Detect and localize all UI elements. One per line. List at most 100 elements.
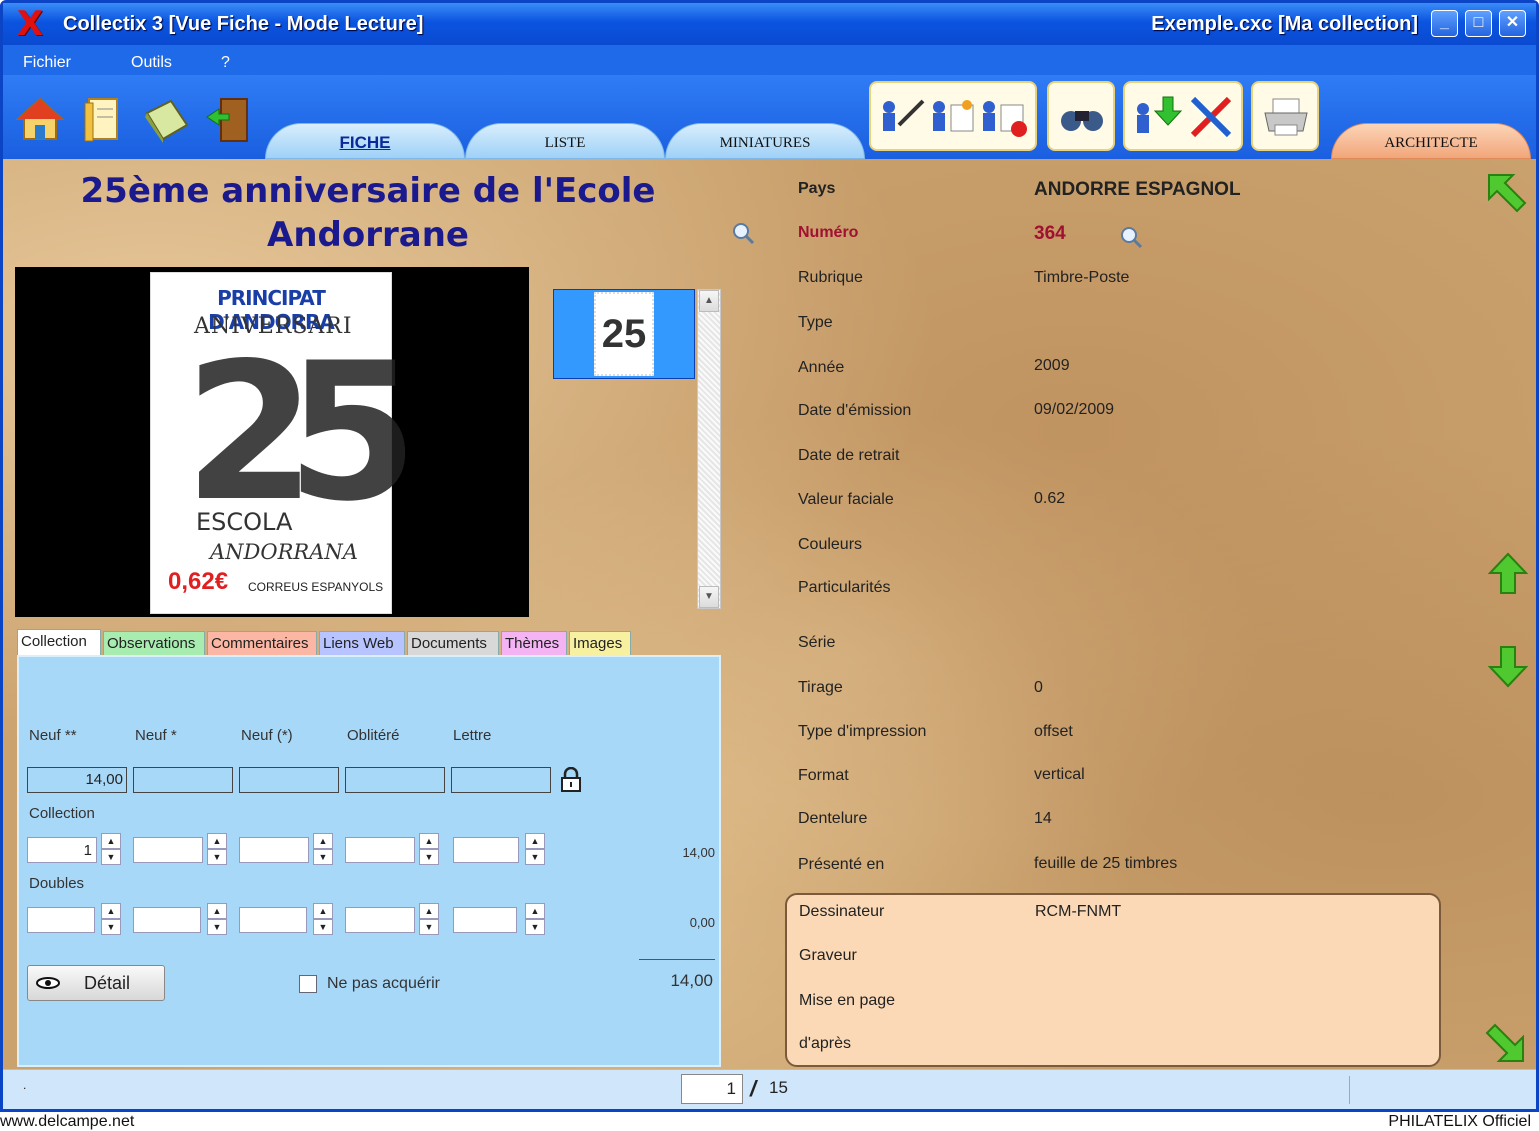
spinner-collection-oblitere[interactable]: ▲ ▼ <box>419 833 439 867</box>
first-record-arrow-icon[interactable] <box>1483 169 1529 215</box>
tab-commentaires[interactable]: Commentaires <box>207 631 317 657</box>
field-value-format: vertical <box>1034 766 1085 783</box>
field-label-pays: Pays <box>798 180 836 197</box>
qty-collection-oblitere[interactable] <box>345 837 415 863</box>
scroll-up-icon[interactable]: ▲ <box>699 290 719 312</box>
spinner-doubles-neuf-1[interactable]: ▲ ▼ <box>207 903 227 937</box>
spinner-collection-neuf-2[interactable]: ▲ ▼ <box>101 833 121 867</box>
thumbnail-item[interactable]: 25 <box>553 289 695 379</box>
tab-fiche[interactable]: FICHE <box>265 123 465 159</box>
page-separator: / <box>750 1076 757 1101</box>
app-logo-icon: X <box>17 4 44 44</box>
no-buy-checkbox[interactable] <box>299 975 317 993</box>
catalog-icon[interactable] <box>79 95 129 145</box>
edit-record-icon[interactable] <box>879 95 927 139</box>
spinner-doubles-lettre[interactable]: ▲ ▼ <box>525 903 545 937</box>
field-value-valeur-faciale: 0.62 <box>1034 490 1066 507</box>
last-record-arrow-icon[interactable] <box>1483 1021 1529 1067</box>
thumbnail-scrollbar[interactable]: ▲ ▼ <box>697 289 721 609</box>
next-record-arrow-icon[interactable] <box>1485 643 1531 689</box>
tab-liste[interactable]: LISTE <box>465 123 665 159</box>
field-value-rubrique: Timbre-Poste <box>1034 269 1130 286</box>
qty-collection-neuf-0[interactable] <box>239 837 309 863</box>
scroll-down-icon[interactable]: ▼ <box>699 586 719 608</box>
qty-doubles-neuf-0[interactable] <box>239 907 307 933</box>
watermark-right: PHILATELIX Officiel <box>1388 1113 1531 1130</box>
menu-fichier[interactable]: Fichier <box>23 54 71 72</box>
tab-observations[interactable]: Observations <box>103 631 205 657</box>
qty-doubles-oblitere[interactable] <box>345 907 415 933</box>
qty-doubles-lettre[interactable] <box>453 907 517 933</box>
field-value-dentelure: 14 <box>1034 810 1052 827</box>
record-tools-group <box>869 81 1037 151</box>
stamp-image-andorrana: ANDORRANA <box>210 540 358 564</box>
tools-icon[interactable] <box>1187 93 1237 141</box>
spinner-doubles-oblitere[interactable]: ▲ ▼ <box>419 903 439 937</box>
price-lettre[interactable] <box>451 767 551 793</box>
collection-panel: Neuf ** Neuf * Neuf (*) Oblitéré Lettre … <box>17 655 721 1067</box>
stamp-image-frame[interactable]: 25 PRINCIPAT D'ANDORRA ANIVERSARI ESCOLA… <box>15 267 529 617</box>
spinner-doubles-neuf-0[interactable]: ▲ ▼ <box>313 903 333 937</box>
delete-record-icon[interactable] <box>979 95 1031 139</box>
status-divider <box>1349 1076 1350 1104</box>
field-label-valeur-faciale: Valeur faciale <box>798 491 894 508</box>
field-value-numero: 364 <box>1034 223 1066 244</box>
price-neuf-2[interactable]: 14,00 <box>27 767 127 793</box>
tab-architecte[interactable]: ARCHITECTE <box>1331 123 1531 159</box>
zoom-image-icon[interactable] <box>731 221 755 245</box>
binoculars-icon[interactable] <box>1057 97 1107 137</box>
record-view: 25ème anniversaire de l'Ecole Andorrane … <box>3 159 1536 1069</box>
price-oblitere[interactable] <box>345 767 445 793</box>
page-number-input[interactable]: 1 <box>681 1074 743 1104</box>
menu-help[interactable]: ? <box>221 54 230 72</box>
lock-icon[interactable] <box>559 767 583 793</box>
field-label-tirage: Tirage <box>798 679 843 696</box>
window-title: Collectix 3 [Vue Fiche - Mode Lecture] <box>63 13 424 35</box>
previous-record-arrow-icon[interactable] <box>1485 551 1531 597</box>
close-button[interactable]: ✕ <box>1499 10 1526 37</box>
record-title: 25ème anniversaire de l'Ecole Andorrane <box>80 171 656 255</box>
minimize-button[interactable]: _ <box>1431 10 1458 37</box>
tab-themes[interactable]: Thèmes <box>501 631 567 657</box>
spinner-doubles-neuf-2[interactable]: ▲ ▼ <box>101 903 121 937</box>
notebook-icon[interactable] <box>141 95 191 145</box>
field-label-rubrique: Rubrique <box>798 269 863 286</box>
home-icon[interactable] <box>15 95 65 145</box>
qty-doubles-neuf-2[interactable] <box>27 907 95 933</box>
field-label-type-impression: Type d'impression <box>798 723 927 740</box>
import-tools-group <box>1123 81 1243 151</box>
qty-collection-neuf-1[interactable] <box>133 837 203 863</box>
field-label-format: Format <box>798 767 849 784</box>
field-value-tirage: 0 <box>1034 679 1043 696</box>
price-neuf-1[interactable] <box>133 767 233 793</box>
tab-documents[interactable]: Documents <box>407 631 499 657</box>
spinner-collection-neuf-0[interactable]: ▲ ▼ <box>313 833 333 867</box>
menu-bar: Fichier Outils ? <box>3 45 1536 75</box>
stamp-image: 25 PRINCIPAT D'ANDORRA ANIVERSARI ESCOLA… <box>150 272 418 614</box>
maximize-button[interactable]: □ <box>1465 10 1492 37</box>
tab-images[interactable]: Images <box>569 631 631 657</box>
field-label-presente-en: Présenté en <box>798 856 885 873</box>
detail-button[interactable]: Détail <box>27 965 165 1001</box>
exit-door-icon[interactable] <box>203 95 253 145</box>
field-label-serie: Série <box>798 634 836 651</box>
field-value-dessinateur: RCM-FNMT <box>1035 903 1122 920</box>
menu-outils[interactable]: Outils <box>131 54 172 72</box>
tab-liens-web[interactable]: Liens Web <box>319 631 405 657</box>
new-record-icon[interactable] <box>929 95 977 139</box>
printer-icon[interactable] <box>1261 95 1311 139</box>
field-label-dessinateur: Dessinateur <box>799 903 885 920</box>
price-neuf-0[interactable] <box>239 767 339 793</box>
field-value-presente-en: feuille de 25 timbres <box>1034 855 1178 872</box>
spinner-collection-lettre[interactable]: ▲ ▼ <box>525 833 545 867</box>
qty-doubles-neuf-1[interactable] <box>133 907 201 933</box>
field-label-annee: Année <box>798 359 845 376</box>
qty-collection-neuf-2[interactable]: 1 <box>27 837 97 863</box>
spinner-collection-neuf-1[interactable]: ▲ ▼ <box>207 833 227 867</box>
zoom-numero-icon[interactable] <box>1119 225 1143 249</box>
toolbar: FICHE LISTE MINIATURES ARCHITECTE <box>3 75 1536 159</box>
import-icon[interactable] <box>1133 93 1183 141</box>
qty-collection-lettre[interactable] <box>453 837 519 863</box>
tab-miniatures[interactable]: MINIATURES <box>665 123 865 159</box>
watermark-bar: www.delcampe.net PHILATELIX Officiel <box>0 1112 1539 1131</box>
